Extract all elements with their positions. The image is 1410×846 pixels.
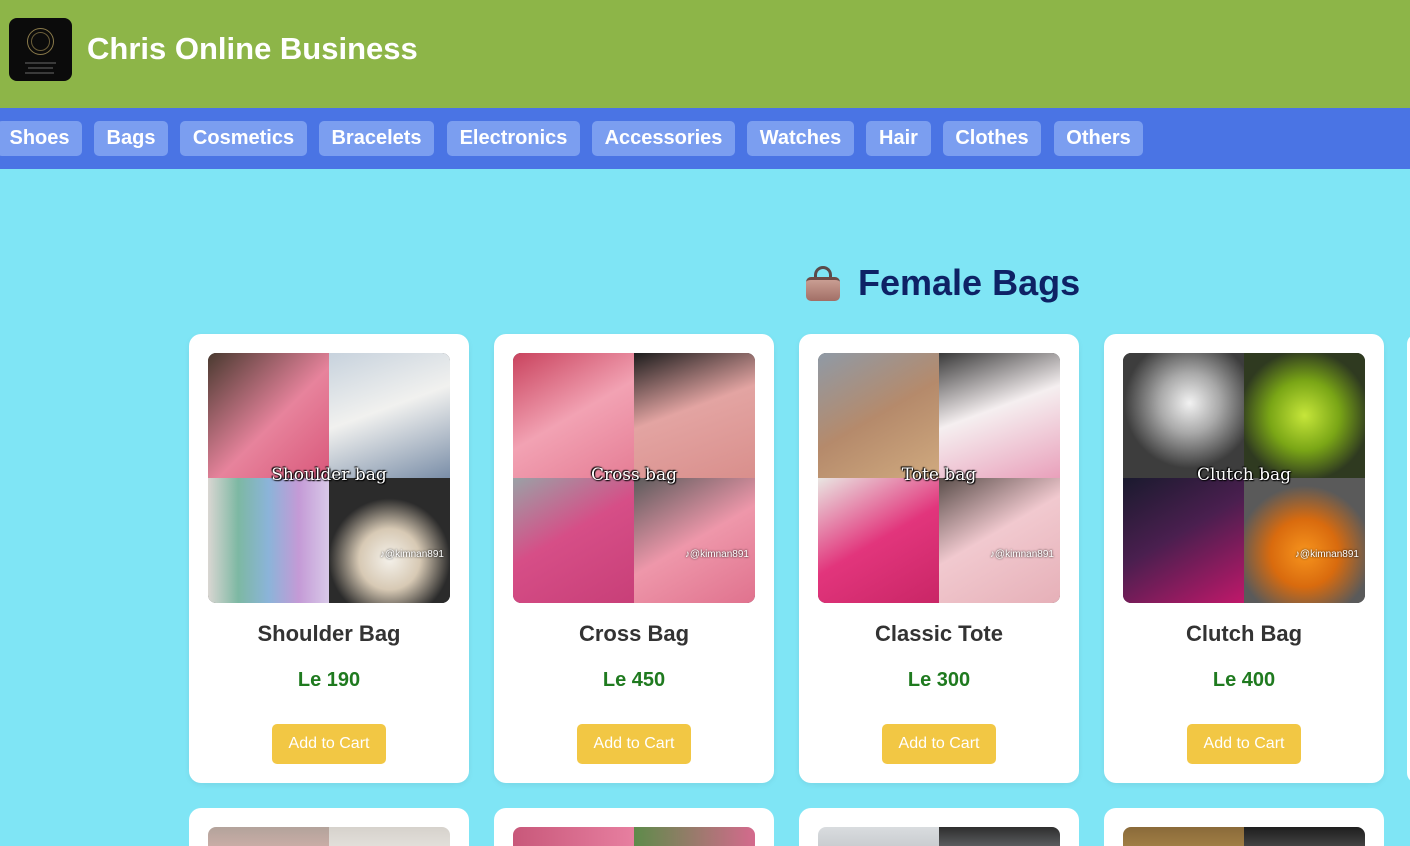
product-price: Le 450 xyxy=(602,669,666,691)
product-name: Shoulder Bag xyxy=(257,621,401,646)
site-logo[interactable] xyxy=(9,18,72,81)
image-caption: Tote bag xyxy=(901,465,977,485)
image-tile xyxy=(939,353,1060,478)
image-tile xyxy=(1244,353,1365,478)
nav-item-accessories[interactable]: Accessories xyxy=(592,121,735,156)
product-card: Shoulder bag ♪@kimnan891 Shoulder Bag Le… xyxy=(189,334,469,783)
image-caption: Clutch bag xyxy=(1197,465,1291,485)
image-tile xyxy=(208,353,329,478)
image-tile xyxy=(513,478,634,603)
product-price: Le 400 xyxy=(1212,669,1276,691)
nav-item-bags[interactable]: Bags xyxy=(94,121,168,156)
image-tile xyxy=(818,353,939,478)
logo-line xyxy=(25,72,54,74)
logo-line xyxy=(25,62,56,64)
image-tile xyxy=(634,478,755,603)
nav-item-others[interactable]: Others xyxy=(1054,121,1143,156)
image-tile xyxy=(939,827,1060,846)
image-tile xyxy=(939,478,1060,603)
section-title: Female Bags xyxy=(858,262,1081,303)
product-image[interactable] xyxy=(1123,827,1365,846)
site-header: Chris Online Business xyxy=(0,0,1410,108)
image-tile xyxy=(329,353,450,478)
nav-item-cosmetics[interactable]: Cosmetics xyxy=(180,121,307,156)
image-tile xyxy=(329,478,450,603)
product-image[interactable]: Tote bag ♪@kimnan891 xyxy=(818,353,1060,603)
image-watermark: ♪@kimnan891 xyxy=(989,549,1054,560)
product-image[interactable] xyxy=(513,827,755,846)
image-tile xyxy=(634,353,755,478)
product-image[interactable] xyxy=(818,827,1060,846)
image-watermark: ♪@kimnan891 xyxy=(684,549,749,560)
add-to-cart-button[interactable]: Add to Cart xyxy=(882,724,996,764)
nav-item-clothes[interactable]: Clothes xyxy=(943,121,1041,156)
nav-item-watches[interactable]: Watches xyxy=(747,121,854,156)
nav-item-shoes[interactable]: Shoes xyxy=(0,121,82,156)
section-heading: Female Bags xyxy=(804,260,1080,306)
product-image[interactable]: Shoulder bag ♪@kimnan891 xyxy=(208,353,450,603)
image-watermark: ♪@kimnan891 xyxy=(379,549,444,560)
image-watermark: ♪@kimnan891 xyxy=(1294,549,1359,560)
product-price: Le 300 xyxy=(907,669,971,691)
image-tile xyxy=(513,827,634,846)
product-image[interactable]: Clutch bag ♪@kimnan891 xyxy=(1123,353,1365,603)
product-card-partial xyxy=(189,808,469,846)
product-image[interactable] xyxy=(208,827,450,846)
category-nav: Shoes Bags Cosmetics Bracelets Electroni… xyxy=(0,108,1410,169)
product-card-partial xyxy=(799,808,1079,846)
nav-item-bracelets[interactable]: Bracelets xyxy=(319,121,434,156)
image-tile xyxy=(208,478,329,603)
nav-item-hair[interactable]: Hair xyxy=(866,121,931,156)
product-name: Clutch Bag xyxy=(1185,621,1303,646)
product-card-partial xyxy=(494,808,774,846)
logo-emblem-inner xyxy=(31,32,50,51)
image-tile xyxy=(1244,827,1365,846)
product-card-partial xyxy=(1104,808,1384,846)
image-tile xyxy=(208,827,329,846)
image-tile xyxy=(1244,478,1365,603)
handbag-icon xyxy=(804,264,842,302)
product-name: Classic Tote xyxy=(875,621,1003,646)
image-tile xyxy=(513,353,634,478)
image-tile xyxy=(1123,478,1244,603)
product-image[interactable]: Cross bag ♪@kimnan891 xyxy=(513,353,755,603)
add-to-cart-button[interactable]: Add to Cart xyxy=(1187,724,1301,764)
product-card: Cross bag ♪@kimnan891 Cross Bag Le 450 A… xyxy=(494,334,774,783)
site-title: Chris Online Business xyxy=(87,31,418,66)
image-tile xyxy=(634,827,755,846)
image-caption: Shoulder bag xyxy=(271,465,387,485)
add-to-cart-button[interactable]: Add to Cart xyxy=(272,724,386,764)
image-tile xyxy=(818,478,939,603)
image-tile xyxy=(1123,827,1244,846)
product-name: Cross Bag xyxy=(578,621,690,646)
image-tile xyxy=(1123,353,1244,478)
product-card: Clutch bag ♪@kimnan891 Clutch Bag Le 400… xyxy=(1104,334,1384,783)
add-to-cart-button[interactable]: Add to Cart xyxy=(577,724,691,764)
image-tile xyxy=(329,827,450,846)
image-tile xyxy=(818,827,939,846)
product-price: Le 190 xyxy=(297,669,361,691)
logo-line xyxy=(28,67,53,69)
image-caption: Cross bag xyxy=(590,465,678,485)
product-card: Tote bag ♪@kimnan891 Classic Tote Le 300… xyxy=(799,334,1079,783)
nav-item-electronics[interactable]: Electronics xyxy=(447,121,580,156)
